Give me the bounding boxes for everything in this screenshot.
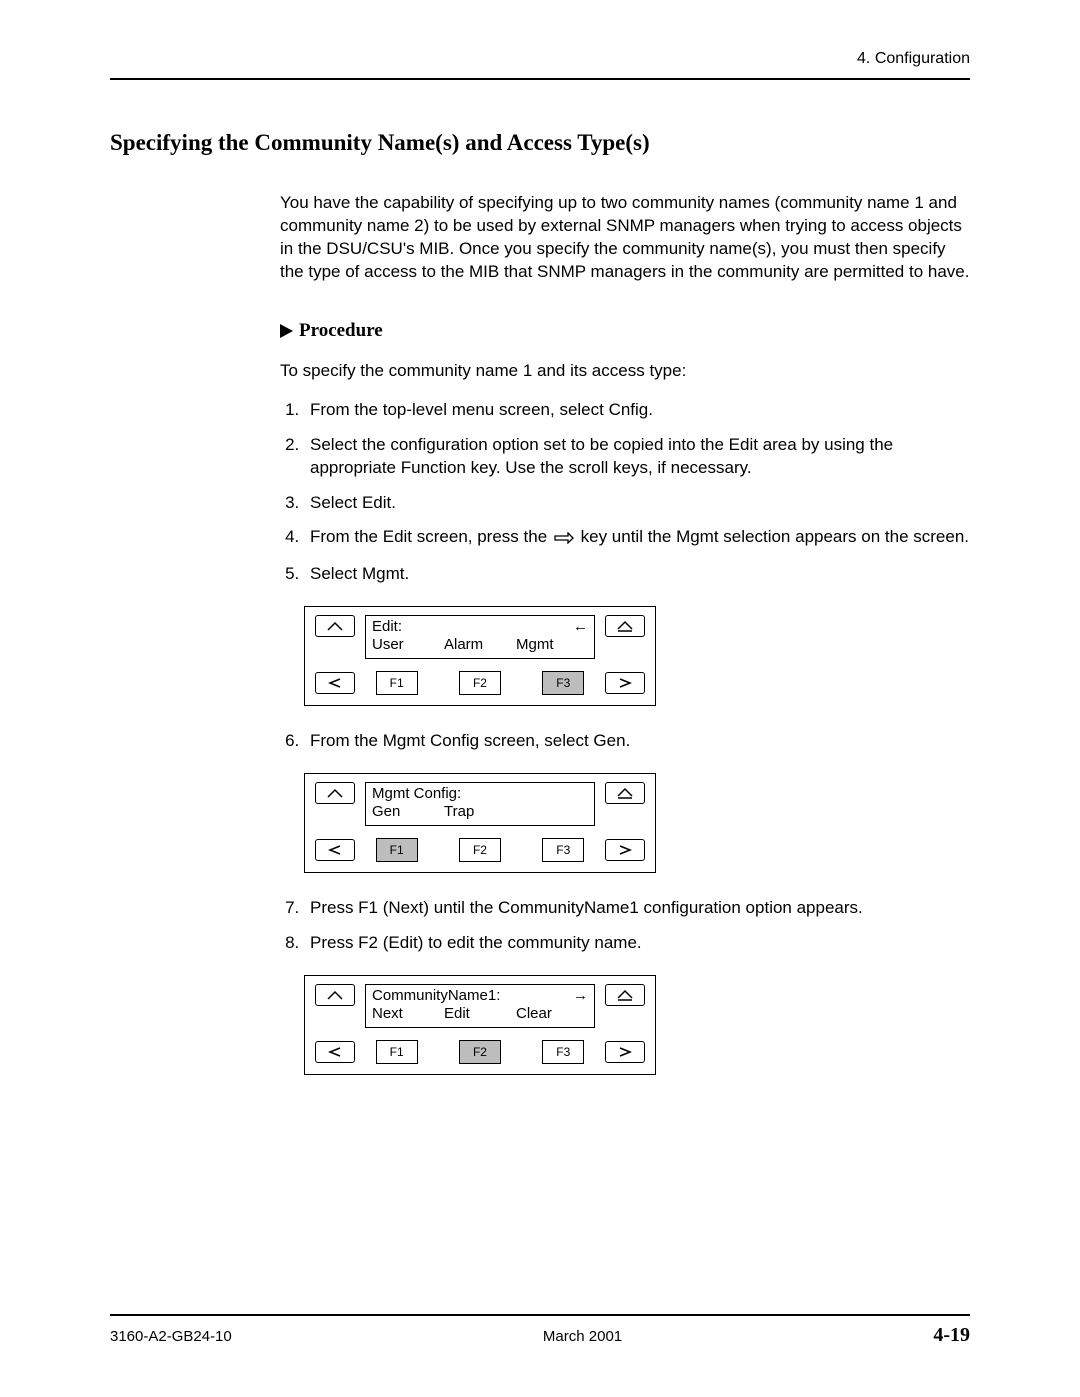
page-footer: 3160-A2-GB24-10 March 2001 4-19 (110, 1314, 970, 1347)
lcd-opt-2: Alarm (444, 636, 516, 654)
intro-paragraph: You have the capability of specifying up… (280, 192, 970, 284)
procedure-steps-cont1: From the Mgmt Config screen, select Gen. (280, 730, 970, 753)
home-nav-button[interactable] (605, 984, 645, 1006)
triangle-right-icon (280, 324, 293, 338)
lcd-title: Mgmt Config: (372, 785, 588, 803)
lcd-display: ← Edit: User Alarm Mgmt (365, 615, 595, 659)
lcd-opt-2: Trap (444, 803, 516, 821)
chapter-label: 4. Configuration (857, 50, 970, 67)
f3-button[interactable]: F3 (542, 1040, 584, 1064)
step-2: Select the configuration option set to b… (304, 434, 970, 480)
f2-button[interactable]: F2 (459, 838, 501, 862)
step-5: Select Mgmt. (304, 563, 970, 586)
step-1: From the top-level menu screen, select C… (304, 399, 970, 422)
f1-button[interactable]: F1 (376, 1040, 418, 1064)
lcd-title: CommunityName1: (372, 987, 588, 1005)
left-nav-button[interactable] (315, 1041, 355, 1063)
page-header: 4. Configuration (110, 50, 970, 68)
lcd-opt-1: User (372, 636, 444, 654)
lcd-opt-1: Next (372, 1005, 444, 1023)
f3-button[interactable]: F3 (542, 671, 584, 695)
f2-button[interactable]: F2 (459, 1040, 501, 1064)
f2-button[interactable]: F2 (459, 671, 501, 695)
scroll-right-key-icon (554, 528, 574, 551)
lcd-display: → CommunityName1: Next Edit Clear (365, 984, 595, 1028)
up-nav-button[interactable] (315, 615, 355, 637)
arrow-left-icon: ← (573, 618, 588, 636)
lcd-opt-3 (516, 803, 588, 821)
home-nav-button[interactable] (605, 615, 645, 637)
doc-number: 3160-A2-GB24-10 (110, 1328, 232, 1345)
left-nav-button[interactable] (315, 672, 355, 694)
section-title: Specifying the Community Name(s) and Acc… (110, 130, 970, 156)
page-number: 4-19 (933, 1324, 970, 1347)
right-nav-button[interactable] (605, 839, 645, 861)
lcd-opt-2: Edit (444, 1005, 516, 1023)
lcd-opt-3: Mgmt (516, 636, 588, 654)
f1-button[interactable]: F1 (376, 838, 418, 862)
right-nav-button[interactable] (605, 672, 645, 694)
procedure-label: Procedure (299, 320, 383, 342)
step-8: Press F2 (Edit) to edit the community na… (304, 932, 970, 955)
lcd-panel-edit: ← Edit: User Alarm Mgmt (304, 606, 970, 706)
lcd-panel-community-name: → CommunityName1: Next Edit Clear (304, 975, 970, 1075)
step-7: Press F1 (Next) until the CommunityName1… (304, 897, 970, 920)
home-nav-button[interactable] (605, 782, 645, 804)
f3-button[interactable]: F3 (542, 838, 584, 862)
step-4: From the Edit screen, press the key unti… (304, 526, 970, 551)
procedure-steps: From the top-level menu screen, select C… (280, 399, 970, 587)
lcd-panel-mgmt-config: Mgmt Config: Gen Trap (304, 773, 970, 873)
right-nav-button[interactable] (605, 1041, 645, 1063)
up-nav-button[interactable] (315, 984, 355, 1006)
header-rule (110, 78, 970, 80)
lcd-opt-1: Gen (372, 803, 444, 821)
step-6: From the Mgmt Config screen, select Gen. (304, 730, 970, 753)
procedure-lead: To specify the community name 1 and its … (280, 360, 970, 383)
doc-date: March 2001 (543, 1328, 622, 1345)
lcd-title: Edit: (372, 618, 588, 636)
procedure-heading: Procedure (280, 320, 970, 342)
up-nav-button[interactable] (315, 782, 355, 804)
f1-button[interactable]: F1 (376, 671, 418, 695)
lcd-opt-3: Clear (516, 1005, 588, 1023)
arrow-right-icon: → (573, 987, 588, 1005)
left-nav-button[interactable] (315, 839, 355, 861)
procedure-steps-cont2: Press F1 (Next) until the CommunityName1… (280, 897, 970, 955)
step-3: Select Edit. (304, 492, 970, 515)
lcd-display: Mgmt Config: Gen Trap (365, 782, 595, 826)
